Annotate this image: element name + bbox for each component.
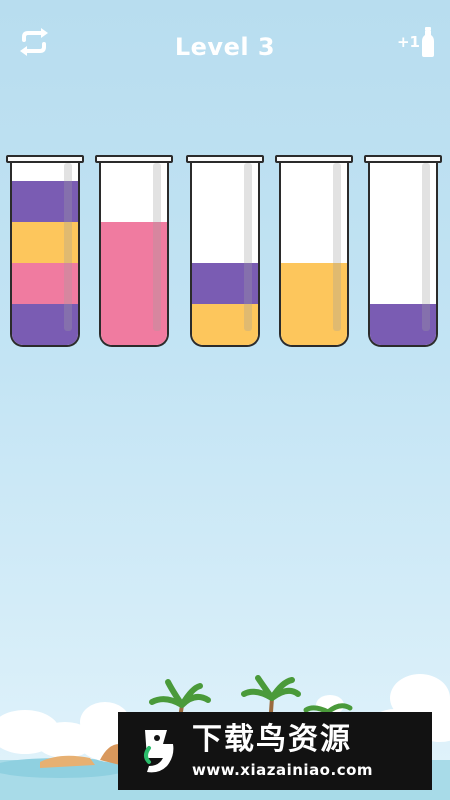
tube-glass — [99, 161, 169, 347]
tube-5[interactable] — [364, 155, 442, 347]
add-tube-button[interactable]: +1 — [396, 22, 436, 62]
tube-shine — [64, 163, 72, 331]
tube-rim — [364, 155, 442, 163]
tube-glass — [190, 161, 260, 347]
watermark-title: 下载鸟资源 — [192, 722, 352, 757]
level-title: Level 3 — [174, 33, 276, 61]
tube-shine — [153, 163, 161, 331]
tube-glass — [368, 161, 438, 347]
tube-rim — [95, 155, 173, 163]
tube-1[interactable] — [6, 155, 84, 347]
bottle-icon — [422, 27, 434, 57]
tube-2[interactable] — [95, 155, 173, 347]
add-tube-label: +1 — [396, 33, 420, 51]
tube-shine — [422, 163, 430, 331]
tube-glass — [279, 161, 349, 347]
tube-4[interactable] — [275, 155, 353, 347]
tube-rim — [275, 155, 353, 163]
tube-rim — [186, 155, 264, 163]
tube-shine — [244, 163, 252, 331]
bird-logo-icon — [130, 725, 182, 777]
tube-rim — [6, 155, 84, 163]
watermark-url: www.xiazainiao.com — [192, 761, 374, 779]
tube-shine — [333, 163, 341, 331]
tube-glass — [10, 161, 80, 347]
watermark-banner: 下载鸟资源 www.xiazainiao.com — [118, 712, 432, 790]
tube-3[interactable] — [186, 155, 264, 347]
